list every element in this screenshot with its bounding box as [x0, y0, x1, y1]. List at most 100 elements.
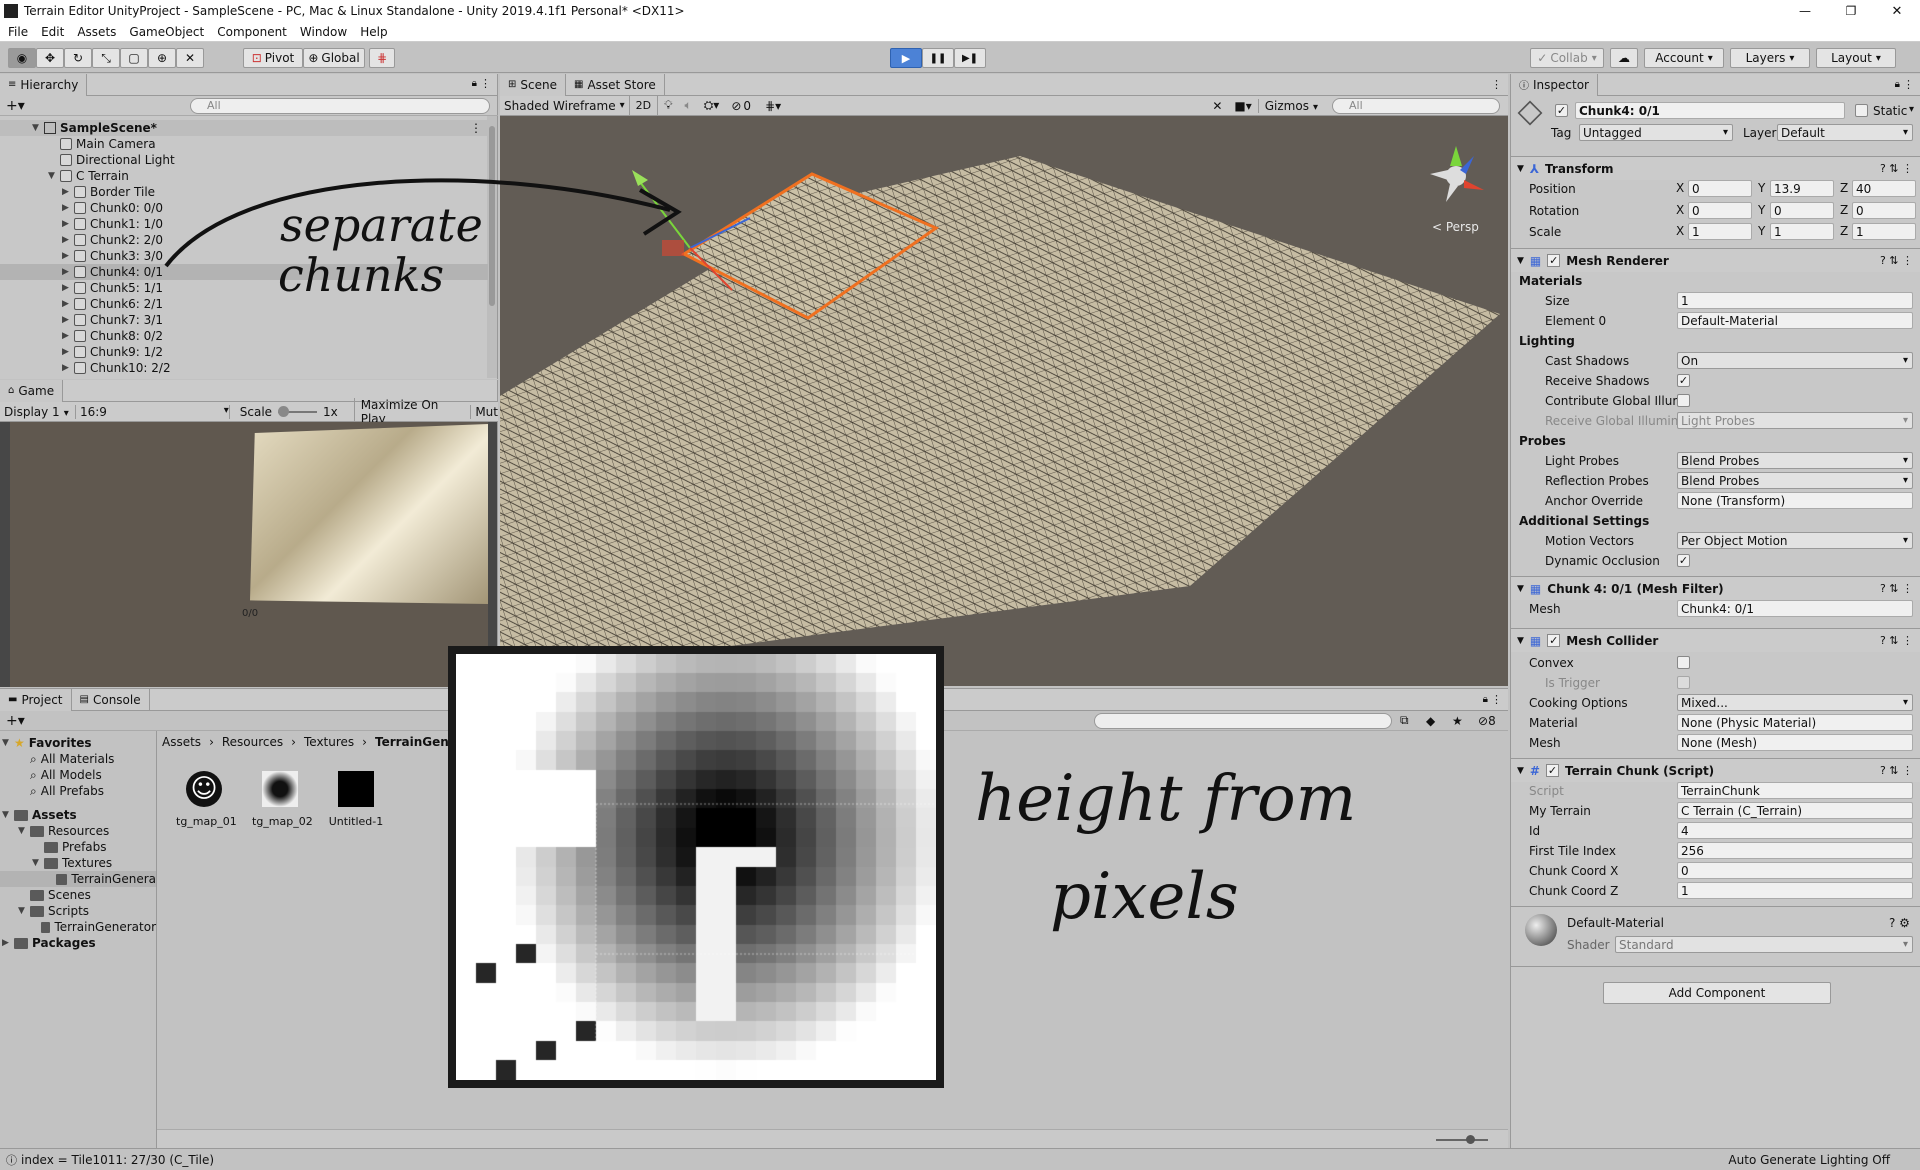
global-toggle[interactable]: ⊕ Global	[303, 48, 365, 68]
motion-vectors-dropdown[interactable]: Per Object Motion	[1677, 532, 1913, 549]
scale-tool-button[interactable]: ⤡	[92, 48, 120, 68]
inspector-lock-icon[interactable]: 🔒︎	[1895, 79, 1900, 90]
mesh-filter-mesh-field[interactable]: Chunk4: 0/1	[1677, 600, 1913, 617]
tab-console[interactable]: ▤ Console	[72, 688, 150, 711]
fold-arrow-icon[interactable]: ▼	[1517, 256, 1524, 266]
fold-arrow-icon[interactable]: ▼	[18, 826, 30, 836]
transform-tool-button[interactable]: ⊕	[148, 48, 176, 68]
audio-toggle-icon[interactable]: 🔈︎	[679, 98, 698, 113]
rotation-z-field[interactable]: 0	[1852, 202, 1916, 219]
hierarchy-item[interactable]: ▶ Chunk7: 3/1	[0, 312, 488, 328]
play-button[interactable]: ▶	[890, 48, 922, 68]
collab-dropdown[interactable]: ✓ Collab	[1530, 48, 1604, 68]
hierarchy-item[interactable]: ▶ Chunk8: 0/2	[0, 328, 488, 344]
minimize-button[interactable]: —	[1782, 0, 1828, 22]
hidden-objects-icon[interactable]: ⊘	[725, 99, 743, 113]
file-tg-map-02[interactable]: tg_map_02	[252, 771, 313, 828]
camera-icon[interactable]: ■▾	[1228, 99, 1257, 113]
project-tree-item[interactable]: Prefabs	[0, 839, 156, 855]
pivot-toggle[interactable]: ⊡ Pivot	[243, 48, 303, 68]
inspector-menu-icon[interactable]: ⋮	[1903, 78, 1914, 91]
fav-all-models[interactable]: ⌕ All Models	[30, 767, 102, 783]
scene-row[interactable]: ▼ SampleScene* ⋮	[0, 120, 490, 136]
file-tg-map-01[interactable]: ☺ tg_map_01	[176, 771, 237, 828]
fold-arrow-icon[interactable]: ▶	[62, 203, 74, 213]
rotation-y-field[interactable]: 0	[1770, 202, 1834, 219]
menu-help[interactable]: Help	[360, 25, 387, 39]
fold-arrow-icon[interactable]: ▶	[62, 315, 74, 325]
layer-dropdown[interactable]: Default	[1777, 124, 1913, 141]
transform-header[interactable]: ▼ ⅄ Transform ? ⇅ ⋮	[1511, 156, 1920, 180]
rect-tool-button[interactable]: ▢	[120, 48, 148, 68]
account-dropdown[interactable]: Account	[1644, 48, 1724, 68]
layout-dropdown[interactable]: Layout	[1816, 48, 1896, 68]
layers-dropdown[interactable]: Layers	[1730, 48, 1810, 68]
packages-row[interactable]: ▶ Packages	[0, 935, 96, 951]
receive-shadows-checkbox[interactable]: ✓	[1677, 374, 1690, 387]
scene-menu-icon[interactable]: ⋮	[470, 121, 482, 135]
persp-label[interactable]: < Persp	[1432, 220, 1479, 234]
receive-gi-dropdown[interactable]: Light Probes	[1677, 412, 1913, 429]
project-lock-icon[interactable]: 🔒︎	[1483, 694, 1488, 705]
shading-mode-dropdown[interactable]: Shaded Wireframe	[500, 95, 630, 116]
breadcrumb-assets[interactable]: Assets	[162, 735, 201, 749]
file-untitled-1[interactable]: Untitled-1	[328, 771, 384, 828]
create-button[interactable]: +▾	[6, 98, 25, 114]
dynamic-occlusion-checkbox[interactable]: ✓	[1677, 554, 1690, 567]
menu-component[interactable]: Component	[217, 25, 287, 39]
component-help-settings-icon[interactable]: ? ⇅ ⋮	[1880, 254, 1913, 267]
project-tree-item[interactable]: ▼ Resources	[0, 823, 156, 839]
project-tree-item[interactable]: TerrainGenerator	[0, 919, 156, 935]
mesh-renderer-header[interactable]: ▼ ▦ ✓ Mesh Renderer ? ⇅ ⋮	[1511, 248, 1920, 272]
collider-material-field[interactable]: None (Physic Material)	[1677, 714, 1913, 731]
collider-mesh-field[interactable]: None (Mesh)	[1677, 734, 1913, 751]
auto-lighting-status[interactable]: Auto Generate Lighting Off	[1728, 1153, 1890, 1167]
cooking-options-dropdown[interactable]: Mixed...	[1677, 694, 1913, 711]
fold-arrow-icon[interactable]: ▶	[62, 331, 74, 341]
mesh-filter-header[interactable]: ▼ ▦ Chunk 4: 0/1 (Mesh Filter) ? ⇅ ⋮	[1511, 576, 1920, 600]
chunk-coord-x-field[interactable]: 0	[1677, 862, 1913, 879]
tab-scene[interactable]: ⊞ Scene	[500, 73, 566, 96]
fold-arrow-icon[interactable]: ▶	[62, 251, 74, 261]
assets-row[interactable]: ▼ Assets	[0, 807, 77, 823]
fold-arrow-icon[interactable]: ▼	[1517, 636, 1524, 646]
hidden-packages-icon[interactable]: ⊘8	[1478, 714, 1496, 728]
hand-tool-button[interactable]: ◉	[8, 48, 36, 68]
snap-button[interactable]: ⋕	[369, 48, 395, 68]
fold-arrow-icon[interactable]: ▼	[1517, 766, 1524, 776]
fold-arrow-icon[interactable]: ▶	[62, 347, 74, 357]
fold-arrow-icon[interactable]: ▶	[62, 187, 74, 197]
scene-search-input[interactable]: All	[1332, 97, 1500, 114]
menu-window[interactable]: Window	[300, 25, 347, 39]
aspect-dropdown[interactable]: 16:9	[76, 404, 230, 419]
my-terrain-field[interactable]: C Terrain (C_Terrain)	[1677, 802, 1913, 819]
contribute-gi-checkbox[interactable]	[1677, 394, 1690, 407]
hierarchy-item[interactable]: ▶ Chunk10: 2/2	[0, 360, 488, 376]
panel-menu-icon[interactable]: ⋮	[480, 77, 491, 90]
project-menu-icon[interactable]: ⋮	[1491, 693, 1502, 706]
favorites-row[interactable]: ▼ ★ Favorites	[0, 735, 91, 751]
menu-edit[interactable]: Edit	[41, 25, 64, 39]
add-component-button[interactable]: Add Component	[1603, 982, 1831, 1004]
tab-inspector[interactable]: ⓘ Inspector	[1511, 74, 1598, 96]
scale-z-field[interactable]: 1	[1852, 223, 1916, 240]
is-trigger-checkbox[interactable]	[1677, 676, 1690, 689]
icon-size-slider[interactable]	[1436, 1135, 1488, 1144]
light-probes-dropdown[interactable]: Blend Probes	[1677, 452, 1913, 469]
lock-icon[interactable]: 🔒︎	[472, 78, 477, 89]
orientation-gizmo[interactable]	[1430, 146, 1484, 202]
fold-arrow-icon[interactable]: ▼	[32, 858, 44, 868]
position-y-field[interactable]: 13.9	[1770, 180, 1834, 197]
scale-x-field[interactable]: 1	[1688, 223, 1752, 240]
script-field[interactable]: TerrainChunk	[1677, 782, 1913, 799]
terrain-chunk-script-header[interactable]: ▼ # ✓ Terrain Chunk (Script) ? ⇅ ⋮	[1511, 758, 1920, 782]
tab-project[interactable]: ▬ Project	[0, 688, 72, 711]
reflection-probes-dropdown[interactable]: Blend Probes	[1677, 472, 1913, 489]
component-help-settings-icon[interactable]: ? ⇅ ⋮	[1880, 764, 1913, 777]
fold-arrow-icon[interactable]: ▶	[62, 267, 74, 277]
tab-game[interactable]: ⌂ Game	[0, 379, 64, 402]
menu-file[interactable]: File	[8, 25, 28, 39]
fold-arrow-icon[interactable]: ▶	[62, 219, 74, 229]
fold-arrow-icon[interactable]: ▶	[62, 363, 74, 373]
mesh-collider-header[interactable]: ▼ ▦ ✓ Mesh Collider ? ⇅ ⋮	[1511, 628, 1920, 652]
